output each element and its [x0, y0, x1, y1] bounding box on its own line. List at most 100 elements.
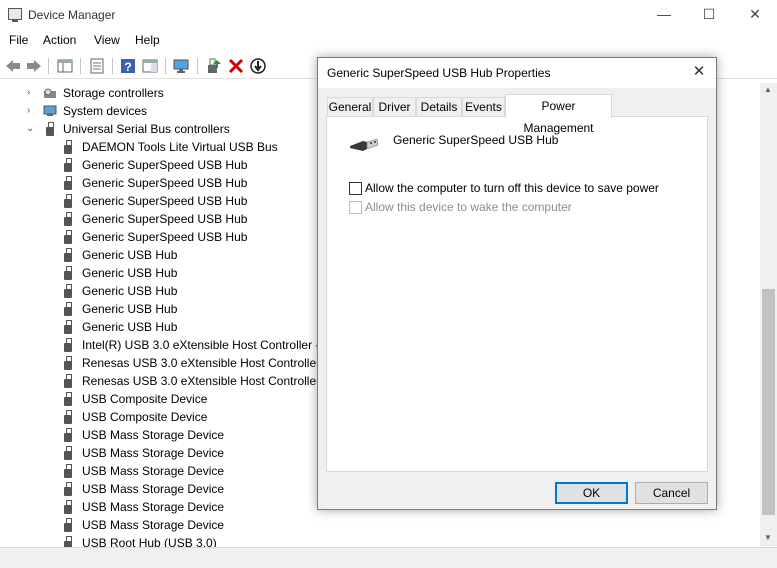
- allow-wake-option: Allow this device to wake the computer: [349, 200, 649, 216]
- properties-icon[interactable]: [88, 57, 106, 75]
- maximize-button[interactable]: ☐: [699, 4, 719, 24]
- tree-device-label: USB Root Hub (USB 3.0): [82, 536, 217, 548]
- scroll-down-arrow-icon[interactable]: ▼: [764, 533, 772, 542]
- usb-device-icon: [64, 500, 72, 514]
- uninstall-device-icon[interactable]: [227, 57, 245, 75]
- tree-device-label: Generic USB Hub: [82, 284, 178, 298]
- title-bar: Device Manager — ☐ ✕: [0, 0, 777, 30]
- vertical-scrollbar[interactable]: ▲ ▼: [760, 83, 777, 546]
- tree-device-item[interactable]: DAEMON Tools Lite Virtual USB Bus: [0, 138, 318, 156]
- tree-device-label: USB Mass Storage Device: [82, 446, 225, 460]
- usb-device-icon: [64, 302, 72, 316]
- allow-turn-off-label[interactable]: Allow the computer to turn off this devi…: [365, 181, 659, 195]
- tree-device-item[interactable]: Generic USB Hub: [0, 246, 318, 264]
- monitor-icon[interactable]: [172, 57, 190, 75]
- tree-device-item[interactable]: Renesas USB 3.0 eXtensible Host Controll…: [0, 354, 318, 372]
- tab-power-management[interactable]: Power Management: [505, 94, 612, 135]
- toolbar-separator: [165, 58, 166, 74]
- action-pane-icon[interactable]: [141, 57, 159, 75]
- usb-device-icon: [64, 266, 72, 280]
- tree-device-item[interactable]: Generic SuperSpeed USB Hub: [0, 156, 318, 174]
- menu-bar: File Action View Help: [0, 30, 777, 52]
- properties-dialog: Generic SuperSpeed USB Hub Properties ✕ …: [317, 57, 717, 510]
- tree-device-item[interactable]: USB Composite Device: [0, 390, 318, 408]
- tree-category-usb-controllers[interactable]: ⌄ Universal Serial Bus controllers: [0, 120, 318, 138]
- tree-device-label: Generic USB Hub: [82, 302, 178, 316]
- show-hide-console-tree-icon[interactable]: [56, 57, 74, 75]
- tree-device-item[interactable]: USB Root Hub (USB 3.0): [0, 534, 318, 548]
- tree-device-item[interactable]: Generic USB Hub: [0, 282, 318, 300]
- minimize-button[interactable]: —: [654, 4, 674, 24]
- usb-device-icon: [64, 446, 72, 460]
- tree-device-item[interactable]: USB Composite Device: [0, 408, 318, 426]
- dialog-close-button[interactable]: ✕: [690, 63, 708, 81]
- toolbar-separator: [80, 58, 81, 74]
- tree-device-item[interactable]: Generic USB Hub: [0, 300, 318, 318]
- tab-details[interactable]: Details: [416, 97, 462, 117]
- chevron-right-icon[interactable]: ›: [27, 84, 37, 102]
- tree-device-item[interactable]: Generic USB Hub: [0, 318, 318, 336]
- tree-device-label: USB Mass Storage Device: [82, 518, 225, 532]
- tree-device-item[interactable]: Renesas USB 3.0 eXtensible Host Controll…: [0, 372, 318, 390]
- tree-device-label: USB Mass Storage Device: [82, 428, 225, 442]
- tree-device-item[interactable]: Generic SuperSpeed USB Hub: [0, 228, 318, 246]
- usb-device-icon: [64, 194, 72, 208]
- chevron-right-icon[interactable]: ›: [27, 102, 37, 120]
- menu-action[interactable]: Action: [43, 33, 76, 47]
- usb-device-icon: [64, 428, 72, 442]
- update-driver-icon[interactable]: [205, 57, 223, 75]
- tree-device-item[interactable]: USB Mass Storage Device: [0, 426, 318, 444]
- tree-device-label: USB Composite Device: [82, 392, 208, 406]
- cancel-button[interactable]: Cancel: [635, 482, 708, 504]
- tree-device-label: Generic SuperSpeed USB Hub: [82, 176, 248, 190]
- back-icon[interactable]: [4, 57, 22, 75]
- usb-device-icon: [64, 392, 72, 406]
- tree-device-label: USB Mass Storage Device: [82, 500, 225, 514]
- disable-device-icon[interactable]: [249, 57, 267, 75]
- system-devices-icon: [43, 105, 57, 116]
- help-icon[interactable]: ?: [119, 57, 137, 75]
- usb-device-icon: [64, 518, 72, 532]
- dialog-title: Generic SuperSpeed USB Hub Properties: [327, 66, 551, 80]
- tree-category-label: System devices: [63, 104, 148, 118]
- tab-driver[interactable]: Driver: [373, 97, 416, 117]
- tree-device-label: Generic SuperSpeed USB Hub: [82, 230, 248, 244]
- menu-file[interactable]: File: [9, 33, 28, 47]
- usb-device-icon: [350, 138, 379, 151]
- tree-device-item[interactable]: USB Mass Storage Device: [0, 444, 318, 462]
- scroll-up-arrow-icon[interactable]: ▲: [764, 85, 772, 94]
- forward-icon[interactable]: [25, 57, 43, 75]
- storage-controller-icon: [44, 88, 56, 98]
- tree-device-item[interactable]: USB Mass Storage Device: [0, 498, 318, 516]
- device-manager-icon: [8, 8, 22, 22]
- tree-device-label: Generic SuperSpeed USB Hub: [82, 158, 248, 172]
- tab-general[interactable]: General: [327, 97, 373, 117]
- tree-category-system-devices[interactable]: › System devices: [0, 102, 318, 120]
- status-bar: [0, 547, 777, 568]
- tree-device-label: Generic SuperSpeed USB Hub: [82, 212, 248, 226]
- tree-device-item[interactable]: USB Mass Storage Device: [0, 516, 318, 534]
- menu-help[interactable]: Help: [135, 33, 160, 47]
- close-button[interactable]: ✕: [745, 4, 765, 24]
- tree-category-label: Universal Serial Bus controllers: [63, 122, 230, 136]
- tree-category-storage-controllers[interactable]: › Storage controllers: [0, 84, 318, 102]
- allow-turn-off-checkbox[interactable]: [349, 182, 362, 195]
- tree-device-item[interactable]: Intel(R) USB 3.0 eXtensible Host Control…: [0, 336, 318, 354]
- tree-device-item[interactable]: USB Mass Storage Device: [0, 462, 318, 480]
- tree-device-item[interactable]: Generic SuperSpeed USB Hub: [0, 174, 318, 192]
- tree-device-item[interactable]: Generic USB Hub: [0, 264, 318, 282]
- tree-device-item[interactable]: USB Mass Storage Device: [0, 480, 318, 498]
- usb-controller-icon: [46, 122, 54, 136]
- tree-device-item[interactable]: Generic SuperSpeed USB Hub: [0, 192, 318, 210]
- allow-turn-off-option[interactable]: Allow the computer to turn off this devi…: [349, 181, 659, 197]
- usb-device-icon: [64, 464, 72, 478]
- tree-device-item[interactable]: Generic SuperSpeed USB Hub: [0, 210, 318, 228]
- usb-device-icon: [64, 338, 72, 352]
- chevron-down-icon[interactable]: ⌄: [26, 120, 36, 138]
- tab-events[interactable]: Events: [462, 97, 505, 117]
- menu-view[interactable]: View: [94, 33, 120, 47]
- scrollbar-thumb[interactable]: [762, 289, 775, 515]
- ok-button[interactable]: OK: [555, 482, 628, 504]
- toolbar-separator: [197, 58, 198, 74]
- toolbar-separator: [112, 58, 113, 74]
